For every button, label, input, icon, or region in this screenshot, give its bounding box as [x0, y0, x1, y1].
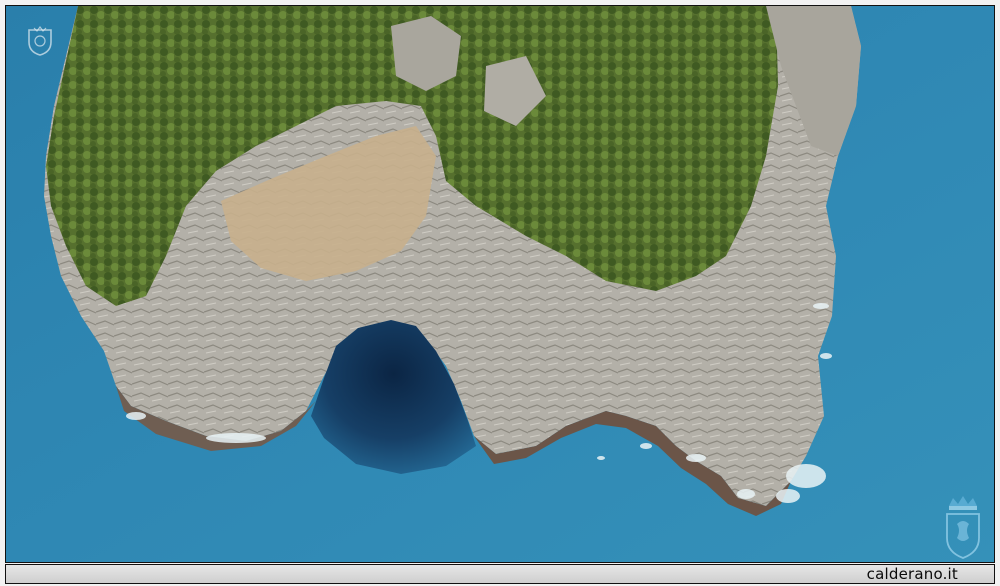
footer-bar: calderano.it — [5, 564, 995, 584]
photo-frame: calderano.it — [0, 0, 1000, 586]
site-watermark-label: calderano.it — [866, 565, 958, 583]
aerial-sea-cliff-scene — [6, 6, 994, 562]
aerial-photo — [5, 5, 995, 563]
crest-watermark-icon — [28, 26, 52, 56]
crowned-shield-watermark-icon — [946, 496, 980, 559]
